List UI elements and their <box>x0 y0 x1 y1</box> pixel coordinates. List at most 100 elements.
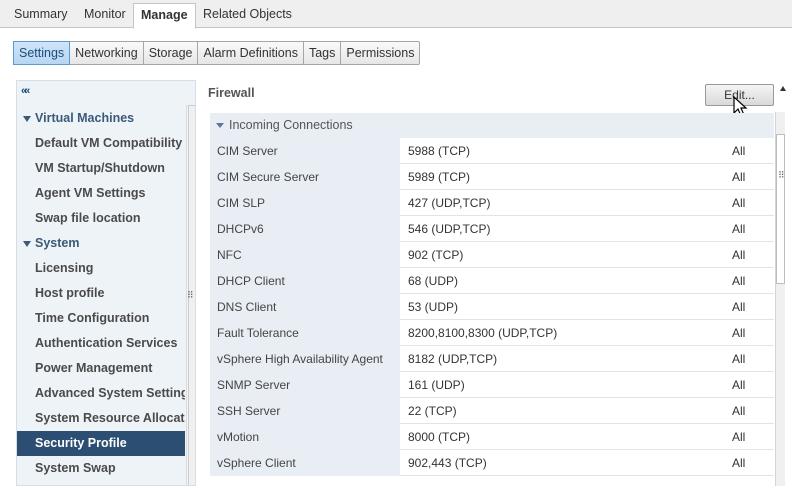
splitter-grip-icon[interactable]: ⠿ <box>187 290 194 301</box>
service-direction: All <box>732 170 746 184</box>
service-name: SSH Server <box>210 398 400 424</box>
service-direction: All <box>732 222 746 236</box>
service-direction: All <box>732 430 746 444</box>
service-name: Fault Tolerance <box>210 320 400 346</box>
service-ports: 5989 (TCP) <box>408 170 471 184</box>
table-row[interactable]: DHCP Client 68 (UDP) All <box>210 268 774 294</box>
nav-item-label: Power Management <box>35 361 153 375</box>
service-ports: 8182 (UDP,TCP) <box>408 352 498 366</box>
service-name: NFC <box>210 242 400 268</box>
table-row[interactable]: Fault Tolerance 8200,8100,8300 (UDP,TCP) A… <box>210 320 774 346</box>
nav-item[interactable]: Authentication Services <box>17 331 185 356</box>
section-label: Incoming Connections <box>229 118 353 132</box>
nav-item[interactable]: System Swap <box>17 456 185 481</box>
nav-item-label: Host profile <box>35 286 105 300</box>
service-direction: All <box>732 456 746 470</box>
subtab-alarm-definitions[interactable]: Alarm Definitions <box>198 42 304 64</box>
nav-group[interactable]: Virtual Machines <box>17 106 185 131</box>
nav-item[interactable]: System Resource Allocation <box>17 406 185 431</box>
service-name: CIM Server <box>210 138 400 164</box>
nav-item[interactable]: Default VM Compatibility <box>17 131 185 156</box>
service-ports: 902 (TCP) <box>408 248 464 262</box>
service-ports: 546 (UDP,TCP) <box>408 222 491 236</box>
nav-item[interactable]: Power Management <box>17 356 185 381</box>
nav-item[interactable]: Time Configuration <box>17 306 185 331</box>
table-row[interactable]: DHCPv6 546 (UDP,TCP) All <box>210 216 774 242</box>
service-direction: All <box>732 352 746 366</box>
service-name: SNMP Server <box>210 372 400 398</box>
table-row[interactable]: CIM SLP 427 (UDP,TCP) All <box>210 190 774 216</box>
nav-item-label: Default VM Compatibility <box>35 136 183 150</box>
collapse-caret-icon[interactable] <box>23 241 31 247</box>
table-row[interactable]: DNS Client 53 (UDP) All <box>210 294 774 320</box>
nav-item[interactable]: Host profile <box>17 281 185 306</box>
nav-item-label: System Resource Allocation <box>35 411 185 425</box>
service-direction: All <box>732 300 746 314</box>
settings-nav-list: Virtual Machines Default VM Compatibility… <box>17 106 185 481</box>
firewall-table: CIM Server 5988 (TCP) All CIM Secure Server… <box>210 138 774 476</box>
tab-manage[interactable]: Manage <box>133 3 196 29</box>
table-row[interactable]: vSphere High Availability Agent 8182 (UDP… <box>210 346 774 372</box>
service-name: CIM Secure Server <box>210 164 400 190</box>
nav-item-label: Time Configuration <box>35 311 150 325</box>
nav-item[interactable]: VM Startup/Shutdown <box>17 156 185 181</box>
service-name: vSphere High Availability Agent <box>210 346 400 372</box>
nav-item[interactable]: Licensing <box>17 256 185 281</box>
service-name: DNS Client <box>210 294 400 320</box>
scroll-up-arrow-icon[interactable] <box>780 86 786 91</box>
service-direction: All <box>732 248 746 262</box>
service-ports: 68 (UDP) <box>408 274 459 288</box>
incoming-connections-header[interactable]: Incoming Connections <box>210 113 774 138</box>
collapse-caret-icon[interactable] <box>23 116 31 122</box>
sub-tab-bar: Settings Networking Storage Alarm Defini… <box>13 41 421 65</box>
service-name: vMotion <box>210 424 400 450</box>
nav-item[interactable]: Swap file location <box>17 206 185 231</box>
nav-item-label: Agent VM Settings <box>35 186 146 200</box>
nav-item-label: Virtual Machines <box>35 111 135 125</box>
subtab-settings[interactable]: Settings <box>13 41 71 65</box>
tab-related-objects[interactable]: Related Objects <box>196 3 299 28</box>
subtab-tags[interactable]: Tags <box>304 42 342 64</box>
firewall-scrollbar-thumb[interactable] <box>776 134 785 284</box>
nav-item[interactable]: Agent VM Settings <box>17 181 185 206</box>
service-direction: All <box>732 326 746 340</box>
table-row[interactable]: vSphere Client 902,443 (TCP) All <box>210 450 774 476</box>
subtab-networking[interactable]: Networking <box>70 42 144 64</box>
table-row[interactable]: vMotion 8000 (TCP) All <box>210 424 774 450</box>
subtab-storage[interactable]: Storage <box>144 42 199 64</box>
collapse-bar: «« <box>17 81 195 103</box>
nav-item-label: Advanced System Settings <box>35 386 185 400</box>
tab-monitor[interactable]: Monitor <box>77 3 133 28</box>
nav-item-label: VM Startup/Shutdown <box>35 161 165 175</box>
service-name: DHCPv6 <box>210 216 400 242</box>
subtab-permissions[interactable]: Permissions <box>341 42 419 64</box>
service-ports: 22 (TCP) <box>408 404 457 418</box>
expand-caret-icon <box>216 123 224 128</box>
nav-item-label: System Swap <box>35 461 116 475</box>
nav-item-label: Security Profile <box>35 436 127 450</box>
firewall-scrollbar[interactable] <box>775 112 785 486</box>
settings-nav-panel: «« Virtual Machines Default VM Compatibil… <box>16 80 196 486</box>
nav-item[interactable]: Security Profile <box>17 431 185 456</box>
service-ports: 53 (UDP) <box>408 300 459 314</box>
nav-group[interactable]: System <box>17 231 185 256</box>
service-ports: 902,443 (TCP) <box>408 456 487 470</box>
firewall-panel: Firewall Edit... Incoming Connections CI… <box>208 80 792 486</box>
table-row[interactable]: SNMP Server 161 (UDP) All <box>210 372 774 398</box>
table-row[interactable]: NFC 902 (TCP) All <box>210 242 774 268</box>
service-ports: 427 (UDP,TCP) <box>408 196 491 210</box>
table-row[interactable]: CIM Server 5988 (TCP) All <box>210 138 774 164</box>
nav-item[interactable]: Advanced System Settings <box>17 381 185 406</box>
service-direction: All <box>732 274 746 288</box>
table-row[interactable]: SSH Server 22 (TCP) All <box>210 398 774 424</box>
nav-item-label: Licensing <box>35 261 94 275</box>
service-ports: 5988 (TCP) <box>408 144 471 158</box>
collapse-panel-icon[interactable]: «« <box>21 85 30 97</box>
service-direction: All <box>732 196 746 210</box>
resize-grip-icon[interactable]: ⠿ <box>778 170 785 181</box>
nav-item-label: Authentication Services <box>35 336 178 350</box>
tab-summary[interactable]: Summary <box>7 3 74 28</box>
nav-item-label: System <box>35 236 80 250</box>
firewall-title: Firewall <box>208 86 255 100</box>
table-row[interactable]: CIM Secure Server 5989 (TCP) All <box>210 164 774 190</box>
